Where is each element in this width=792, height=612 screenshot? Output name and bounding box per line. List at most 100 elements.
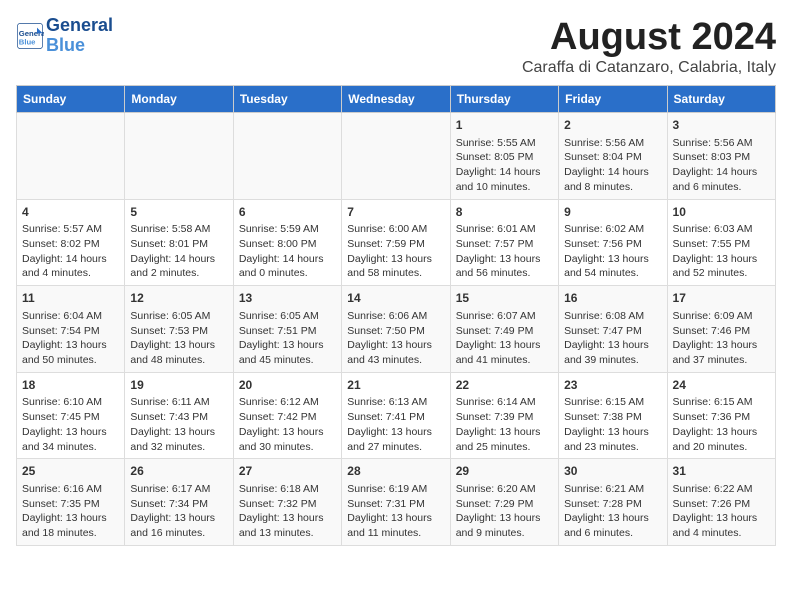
logo-text: General Blue (46, 16, 113, 56)
calendar-cell: 13 Sunrise: 6:05 AMSunset: 7:51 PMDayligh… (233, 286, 341, 373)
day-number: 9 (564, 204, 661, 221)
calendar-cell: 27 Sunrise: 6:18 AMSunset: 7:32 PMDayligh… (233, 459, 341, 546)
calendar-cell: 24Sunrise: 6:15 AMSunset: 7:36 PMDayligh… (667, 372, 775, 459)
cell-content: Sunrise: 5:56 AMSunset: 8:03 PMDaylight:… (673, 136, 770, 195)
calendar-cell: 18Sunrise: 6:10 AMSunset: 7:45 PMDayligh… (17, 372, 125, 459)
calendar-cell: 25 Sunrise: 6:16 AMSunset: 7:35 PMDayligh… (17, 459, 125, 546)
cell-content: Sunrise: 6:13 AMSunset: 7:41 PMDaylight:… (347, 395, 444, 454)
day-number: 20 (239, 377, 336, 394)
day-number: 30 (564, 463, 661, 480)
calendar-cell: 30 Sunrise: 6:21 AMSunset: 7:28 PMDayligh… (559, 459, 667, 546)
calendar-cell: 23Sunrise: 6:15 AMSunset: 7:38 PMDayligh… (559, 372, 667, 459)
calendar-cell: 17Sunrise: 6:09 AMSunset: 7:46 PMDayligh… (667, 286, 775, 373)
calendar-cell: 31 Sunrise: 6:22 AMSunset: 7:26 PMDayligh… (667, 459, 775, 546)
day-number: 13 (239, 290, 336, 307)
calendar-cell: 20Sunrise: 6:12 AMSunset: 7:42 PMDayligh… (233, 372, 341, 459)
calendar-cell: 11Sunrise: 6:04 AMSunset: 7:54 PMDayligh… (17, 286, 125, 373)
day-number: 31 (673, 463, 770, 480)
cell-content: Sunrise: 6:21 AMSunset: 7:28 PMDaylight:… (564, 482, 661, 541)
week-row-2: 4Sunrise: 5:57 AMSunset: 8:02 PMDaylight… (17, 199, 776, 286)
cell-content: Sunrise: 6:04 AMSunset: 7:54 PMDaylight:… (22, 309, 119, 368)
cell-content: Sunrise: 6:03 AMSunset: 7:55 PMDaylight:… (673, 222, 770, 281)
day-number: 27 (239, 463, 336, 480)
calendar-cell: 2 Sunrise: 5:56 AMSunset: 8:04 PMDaylight… (559, 113, 667, 200)
header-cell-friday: Friday (559, 86, 667, 113)
day-number: 16 (564, 290, 661, 307)
calendar-cell (342, 113, 450, 200)
calendar-cell: 21Sunrise: 6:13 AMSunset: 7:41 PMDayligh… (342, 372, 450, 459)
header-cell-monday: Monday (125, 86, 233, 113)
day-number: 19 (130, 377, 227, 394)
day-number: 14 (347, 290, 444, 307)
cell-content: Sunrise: 6:19 AMSunset: 7:31 PMDaylight:… (347, 482, 444, 541)
day-number: 28 (347, 463, 444, 480)
day-number: 8 (456, 204, 553, 221)
day-number: 3 (673, 117, 770, 134)
day-number: 1 (456, 117, 553, 134)
calendar-cell: 26 Sunrise: 6:17 AMSunset: 7:34 PMDayligh… (125, 459, 233, 546)
cell-content: Sunrise: 6:00 AMSunset: 7:59 PMDaylight:… (347, 222, 444, 281)
calendar-cell: 29 Sunrise: 6:20 AMSunset: 7:29 PMDayligh… (450, 459, 558, 546)
calendar-cell: 19Sunrise: 6:11 AMSunset: 7:43 PMDayligh… (125, 372, 233, 459)
calendar-cell: 5Sunrise: 5:58 AMSunset: 8:01 PMDaylight… (125, 199, 233, 286)
day-number: 18 (22, 377, 119, 394)
calendar-cell: 6Sunrise: 5:59 AMSunset: 8:00 PMDaylight… (233, 199, 341, 286)
day-number: 26 (130, 463, 227, 480)
calendar-cell (17, 113, 125, 200)
cell-content: Sunrise: 5:58 AMSunset: 8:01 PMDaylight:… (130, 222, 227, 281)
day-number: 12 (130, 290, 227, 307)
cell-content: Sunrise: 6:06 AMSunset: 7:50 PMDaylight:… (347, 309, 444, 368)
calendar-cell: 8Sunrise: 6:01 AMSunset: 7:57 PMDaylight… (450, 199, 558, 286)
calendar-cell: 1Sunrise: 5:55 AMSunset: 8:05 PMDaylight… (450, 113, 558, 200)
calendar-cell: 9Sunrise: 6:02 AMSunset: 7:56 PMDaylight… (559, 199, 667, 286)
header-row: SundayMondayTuesdayWednesdayThursdayFrid… (17, 86, 776, 113)
cell-content: Sunrise: 6:20 AMSunset: 7:29 PMDaylight:… (456, 482, 553, 541)
cell-content: Sunrise: 6:15 AMSunset: 7:38 PMDaylight:… (564, 395, 661, 454)
calendar-table: SundayMondayTuesdayWednesdayThursdayFrid… (16, 85, 776, 546)
header-cell-sunday: Sunday (17, 86, 125, 113)
calendar-cell (233, 113, 341, 200)
header-cell-thursday: Thursday (450, 86, 558, 113)
page-header: General Blue General Blue August 2024 Ca… (16, 16, 776, 77)
cell-content: Sunrise: 6:12 AMSunset: 7:42 PMDaylight:… (239, 395, 336, 454)
calendar-cell: 22Sunrise: 6:14 AMSunset: 7:39 PMDayligh… (450, 372, 558, 459)
cell-content: Sunrise: 5:57 AMSunset: 8:02 PMDaylight:… (22, 222, 119, 281)
header-cell-wednesday: Wednesday (342, 86, 450, 113)
cell-content: Sunrise: 6:07 AMSunset: 7:49 PMDaylight:… (456, 309, 553, 368)
cell-content: Sunrise: 6:17 AMSunset: 7:34 PMDaylight:… (130, 482, 227, 541)
header-cell-tuesday: Tuesday (233, 86, 341, 113)
cell-content: Sunrise: 5:59 AMSunset: 8:00 PMDaylight:… (239, 222, 336, 281)
logo: General Blue General Blue (16, 16, 113, 56)
cell-content: Sunrise: 6:22 AMSunset: 7:26 PMDaylight:… (673, 482, 770, 541)
day-number: 5 (130, 204, 227, 221)
calendar-cell: 10Sunrise: 6:03 AMSunset: 7:55 PMDayligh… (667, 199, 775, 286)
cell-content: Sunrise: 6:08 AMSunset: 7:47 PMDaylight:… (564, 309, 661, 368)
cell-content: Sunrise: 6:10 AMSunset: 7:45 PMDaylight:… (22, 395, 119, 454)
day-number: 25 (22, 463, 119, 480)
week-row-1: 1Sunrise: 5:55 AMSunset: 8:05 PMDaylight… (17, 113, 776, 200)
day-number: 4 (22, 204, 119, 221)
day-number: 6 (239, 204, 336, 221)
day-number: 15 (456, 290, 553, 307)
cell-content: Sunrise: 6:16 AMSunset: 7:35 PMDaylight:… (22, 482, 119, 541)
day-number: 2 (564, 117, 661, 134)
calendar-cell: 3 Sunrise: 5:56 AMSunset: 8:03 PMDaylight… (667, 113, 775, 200)
svg-text:Blue: Blue (19, 37, 36, 46)
day-number: 29 (456, 463, 553, 480)
cell-content: Sunrise: 6:18 AMSunset: 7:32 PMDaylight:… (239, 482, 336, 541)
title-block: August 2024 Caraffa di Catanzaro, Calabr… (522, 16, 776, 77)
week-row-5: 25 Sunrise: 6:16 AMSunset: 7:35 PMDayligh… (17, 459, 776, 546)
calendar-cell: 28 Sunrise: 6:19 AMSunset: 7:31 PMDayligh… (342, 459, 450, 546)
svg-text:General: General (19, 29, 44, 38)
calendar-cell: 14 Sunrise: 6:06 AMSunset: 7:50 PMDayligh… (342, 286, 450, 373)
cell-content: Sunrise: 5:56 AMSunset: 8:04 PMDaylight:… (564, 136, 661, 195)
cell-content: Sunrise: 6:05 AMSunset: 7:51 PMDaylight:… (239, 309, 336, 368)
day-number: 24 (673, 377, 770, 394)
main-title: August 2024 (522, 16, 776, 59)
calendar-cell (125, 113, 233, 200)
calendar-cell: 16 Sunrise: 6:08 AMSunset: 7:47 PMDayligh… (559, 286, 667, 373)
logo-icon: General Blue (16, 22, 44, 50)
cell-content: Sunrise: 6:05 AMSunset: 7:53 PMDaylight:… (130, 309, 227, 368)
day-number: 21 (347, 377, 444, 394)
calendar-cell: 15 Sunrise: 6:07 AMSunset: 7:49 PMDayligh… (450, 286, 558, 373)
